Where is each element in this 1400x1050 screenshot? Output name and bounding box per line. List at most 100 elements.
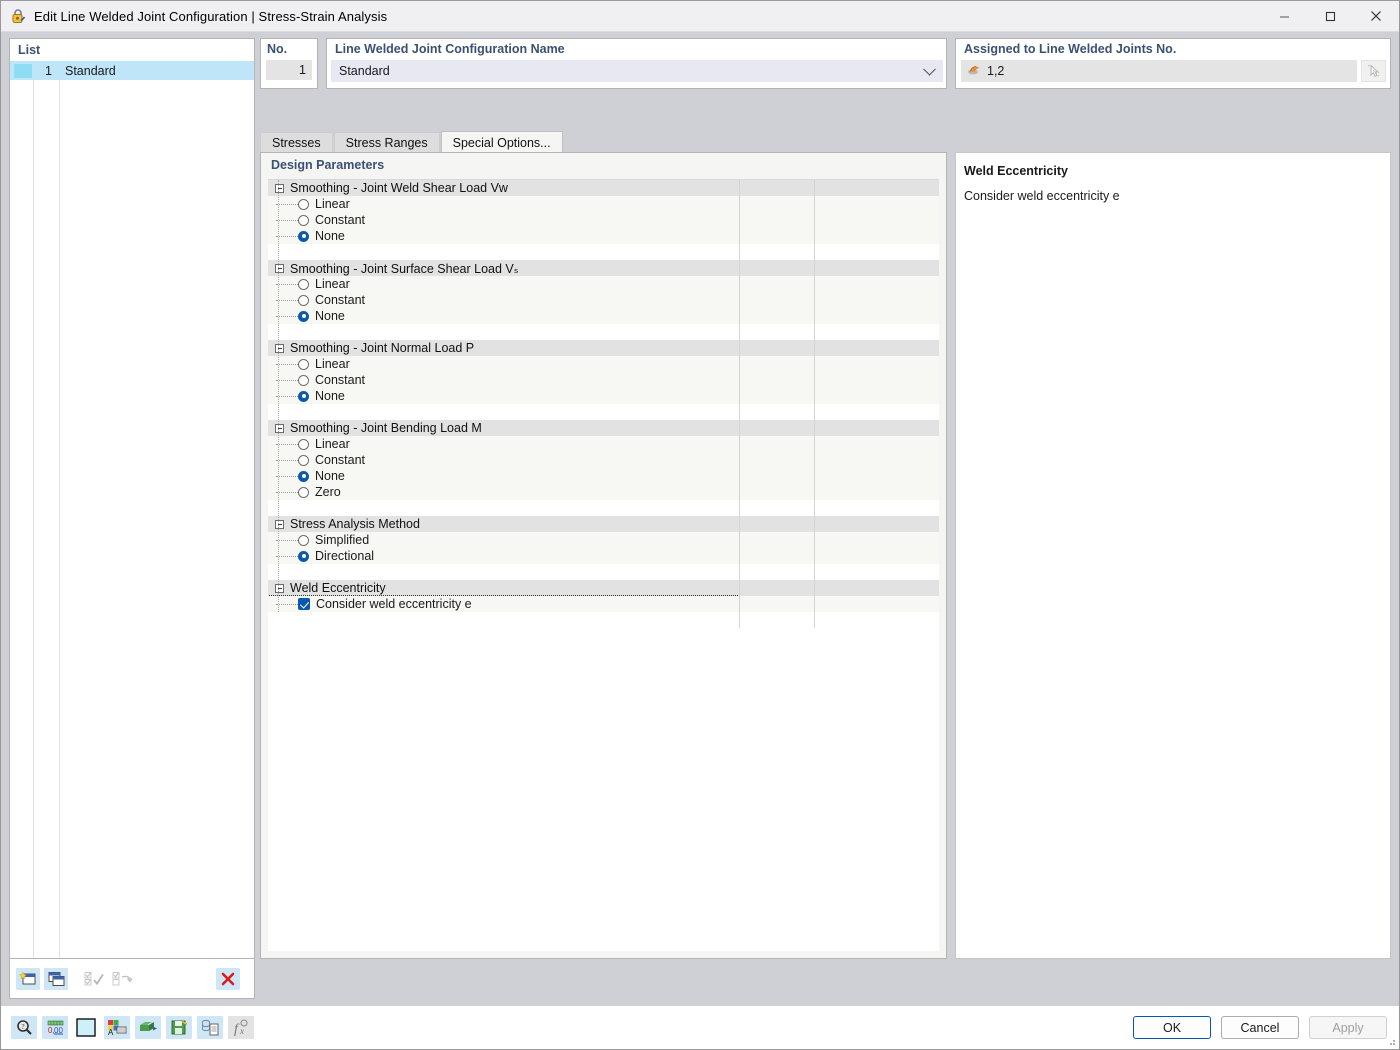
radio-icon[interactable] — [298, 454, 309, 466]
close-button[interactable] — [1353, 1, 1399, 32]
select-all-button[interactable] — [82, 968, 106, 990]
group-header-label: Smoothing - Joint Bending Load M — [290, 421, 482, 435]
minimize-button[interactable] — [1261, 1, 1307, 32]
tree-guide-line — [278, 180, 279, 612]
option-label: Constant — [315, 373, 366, 387]
tab-stresses[interactable]: Stresses — [260, 132, 333, 153]
group-spacer — [268, 612, 939, 628]
tree-dash — [276, 203, 298, 205]
radio-row[interactable]: Constant — [268, 212, 366, 228]
tab-stress-ranges[interactable]: Stress Ranges — [333, 132, 440, 153]
assigned-joints-row: 1,2 — [961, 60, 1386, 82]
radio-icon[interactable] — [298, 390, 309, 402]
checkbox-row[interactable]: Consider weld eccentricity e — [268, 595, 740, 613]
radio-icon[interactable] — [298, 534, 309, 546]
resize-grip[interactable] — [1386, 1036, 1396, 1046]
list-item[interactable]: 1 Standard — [10, 61, 254, 80]
configuration-name-combobox[interactable]: Standard — [331, 60, 943, 82]
collapse-icon[interactable] — [275, 183, 284, 193]
invert-selection-button[interactable] — [110, 968, 134, 990]
radio-row[interactable]: Constant — [268, 452, 366, 468]
radio-row[interactable]: Simplified — [268, 532, 370, 548]
list-column-number — [34, 61, 60, 958]
new-configuration-button[interactable] — [16, 967, 40, 990]
collapse-icon[interactable] — [275, 343, 284, 353]
group-rows-band — [268, 356, 939, 404]
tree-dash — [276, 363, 298, 365]
radio-icon[interactable] — [298, 214, 309, 226]
grid-column-separator — [739, 180, 740, 628]
collapse-icon[interactable] — [275, 583, 284, 593]
radio-icon[interactable] — [298, 230, 309, 242]
radio-icon[interactable] — [298, 486, 309, 498]
radio-row[interactable]: Linear — [268, 276, 350, 292]
group-header-label: Smoothing - Joint Normal Load P — [290, 341, 475, 355]
group-header[interactable]: Weld Eccentricity — [268, 580, 939, 596]
group-header[interactable]: Smoothing - Joint Normal Load P — [268, 340, 939, 356]
collapse-icon[interactable] — [275, 263, 284, 273]
svg-text:A: A — [108, 1028, 114, 1036]
radio-icon[interactable] — [298, 310, 309, 322]
radio-icon[interactable] — [298, 358, 309, 370]
import-icon[interactable] — [135, 1016, 161, 1039]
radio-icon[interactable] — [298, 374, 309, 386]
cancel-button[interactable]: Cancel — [1221, 1016, 1299, 1039]
ok-button[interactable]: OK — [1133, 1016, 1211, 1039]
tree-dash — [276, 315, 298, 317]
configuration-name-value: Standard — [339, 64, 390, 78]
report-icon[interactable] — [197, 1016, 223, 1039]
radio-row[interactable]: Linear — [268, 196, 350, 212]
radio-icon[interactable] — [298, 470, 309, 482]
radio-row[interactable]: None — [268, 228, 345, 244]
apply-button[interactable]: Apply — [1309, 1016, 1387, 1039]
tree-dash — [276, 379, 298, 381]
radio-icon[interactable] — [298, 278, 309, 290]
group-rows-band — [268, 436, 939, 500]
group-header[interactable]: Smoothing - Joint Bending Load M — [268, 420, 939, 436]
maximize-button[interactable] — [1307, 1, 1353, 32]
assigned-joints-input[interactable]: 1,2 — [961, 60, 1357, 82]
checkbox-icon[interactable] — [298, 598, 310, 610]
tab-special-options[interactable]: Special Options... — [440, 131, 563, 153]
option-label: Constant — [315, 453, 366, 467]
radio-row[interactable]: None — [268, 468, 345, 484]
group-header[interactable]: Smoothing - Joint Weld Shear Load Vᴡ — [268, 180, 939, 196]
delete-configuration-button[interactable] — [216, 967, 240, 990]
pick-cursor-icon[interactable] — [1361, 60, 1386, 82]
radio-row[interactable]: None — [268, 388, 345, 404]
radio-row[interactable]: Linear — [268, 356, 350, 372]
window-title: Edit Line Welded Joint Configuration | S… — [34, 8, 388, 24]
welded-joint-icon — [967, 64, 981, 79]
function-icon[interactable]: f x — [228, 1016, 254, 1039]
tree-dash — [276, 475, 298, 477]
dialog-footer: ? 0, 00 A f x OK Cancel Apply — [1, 1005, 1399, 1049]
group-header[interactable]: Stress Analysis Method — [268, 516, 939, 532]
group-header-label: Smoothing - Joint Surface Shear Load Vₛ — [290, 261, 519, 276]
copy-configuration-button[interactable] — [44, 967, 68, 990]
group-spacer — [268, 324, 939, 340]
option-label: Linear — [315, 357, 350, 371]
radio-row[interactable]: Linear — [268, 436, 350, 452]
info-panel-text: Consider weld eccentricity e — [964, 189, 1120, 203]
collapse-icon[interactable] — [275, 423, 284, 433]
radio-row[interactable]: Directional — [268, 548, 375, 564]
radio-row[interactable]: Constant — [268, 372, 366, 388]
list-header-label: List — [10, 39, 254, 61]
group-header[interactable]: Smoothing - Joint Surface Shear Load Vₛ — [268, 260, 939, 276]
info-panel: Weld Eccentricity Consider weld eccentri… — [955, 152, 1391, 959]
label-style-icon[interactable]: A — [104, 1016, 130, 1039]
radio-icon[interactable] — [298, 294, 309, 306]
collapse-icon[interactable] — [275, 519, 284, 529]
radio-icon[interactable] — [298, 198, 309, 210]
radio-icon[interactable] — [298, 550, 309, 562]
magnifier-icon[interactable]: ? — [11, 1016, 37, 1039]
radio-row[interactable]: Constant — [268, 292, 366, 308]
number-format-icon[interactable]: 0, 00 — [42, 1016, 68, 1039]
radio-row[interactable]: None — [268, 308, 345, 324]
list-body: 1 Standard — [10, 61, 254, 958]
group-rows-band — [268, 276, 939, 324]
color-swatch-icon[interactable] — [73, 1016, 99, 1039]
save-as-icon[interactable] — [166, 1016, 192, 1039]
radio-icon[interactable] — [298, 438, 309, 450]
assigned-joints-panel: Assigned to Line Welded Joints No. 1,2 — [955, 38, 1391, 89]
